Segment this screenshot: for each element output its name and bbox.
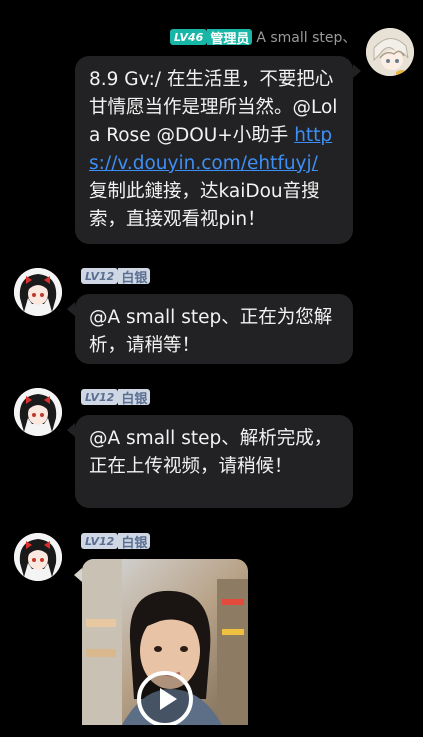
level-badge: LV12 xyxy=(81,389,119,405)
message-bubble-3[interactable]: @A small step、解析完成，正在上传视频，请稍候！ xyxy=(75,415,353,508)
username[interactable]: A small step、 xyxy=(256,27,356,47)
message-3-header: LV12 白银 xyxy=(81,388,151,407)
message-1-header: LV46 管理员 A small step、 xyxy=(170,27,356,47)
message-bubble-1[interactable]: 8.9 Gv:/ 在生活里，不要把心甘情愿当作是理所当然。@Lola Rose … xyxy=(75,56,353,244)
avatar-bot[interactable] xyxy=(14,533,62,581)
message-text-suffix: 复制此鏈接，达kaiDou音搜索，直接观看视pin！ xyxy=(89,181,320,230)
anime-girl-avatar-icon xyxy=(14,388,62,436)
anime-girl-avatar-icon xyxy=(14,533,62,581)
level-badge: LV12 xyxy=(81,268,119,284)
play-icon[interactable] xyxy=(137,671,193,725)
message-2-header: LV12 白银 xyxy=(81,267,151,286)
bubble-tail xyxy=(67,302,75,316)
anime-girl-avatar-icon xyxy=(14,268,62,316)
level-badge: LV12 xyxy=(81,533,119,549)
role-badge-silver: 白银 xyxy=(118,268,151,286)
level-badge: LV46 xyxy=(170,29,208,45)
message-text: @A small step、解析完成，正在上传视频，请稍候！ xyxy=(89,428,333,477)
bubble-tail xyxy=(74,568,82,582)
message-text: @A small step、正在为您解析，请稍等！ xyxy=(89,307,333,356)
anime-avatar-icon xyxy=(366,28,414,76)
role-badge-silver: 白银 xyxy=(118,389,151,407)
avatar-bot[interactable] xyxy=(14,388,62,436)
bubble-tail xyxy=(67,423,75,437)
avatar-admin[interactable] xyxy=(366,28,414,76)
avatar-bot[interactable] xyxy=(14,268,62,316)
message-4-header: LV12 白银 xyxy=(81,532,151,551)
bubble-tail xyxy=(353,64,361,78)
video-thumbnail[interactable] xyxy=(82,559,248,725)
message-bubble-2[interactable]: @A small step、正在为您解析，请稍等！ xyxy=(75,294,353,364)
role-badge-admin: 管理员 xyxy=(207,29,253,47)
role-badge-silver: 白银 xyxy=(118,533,151,551)
